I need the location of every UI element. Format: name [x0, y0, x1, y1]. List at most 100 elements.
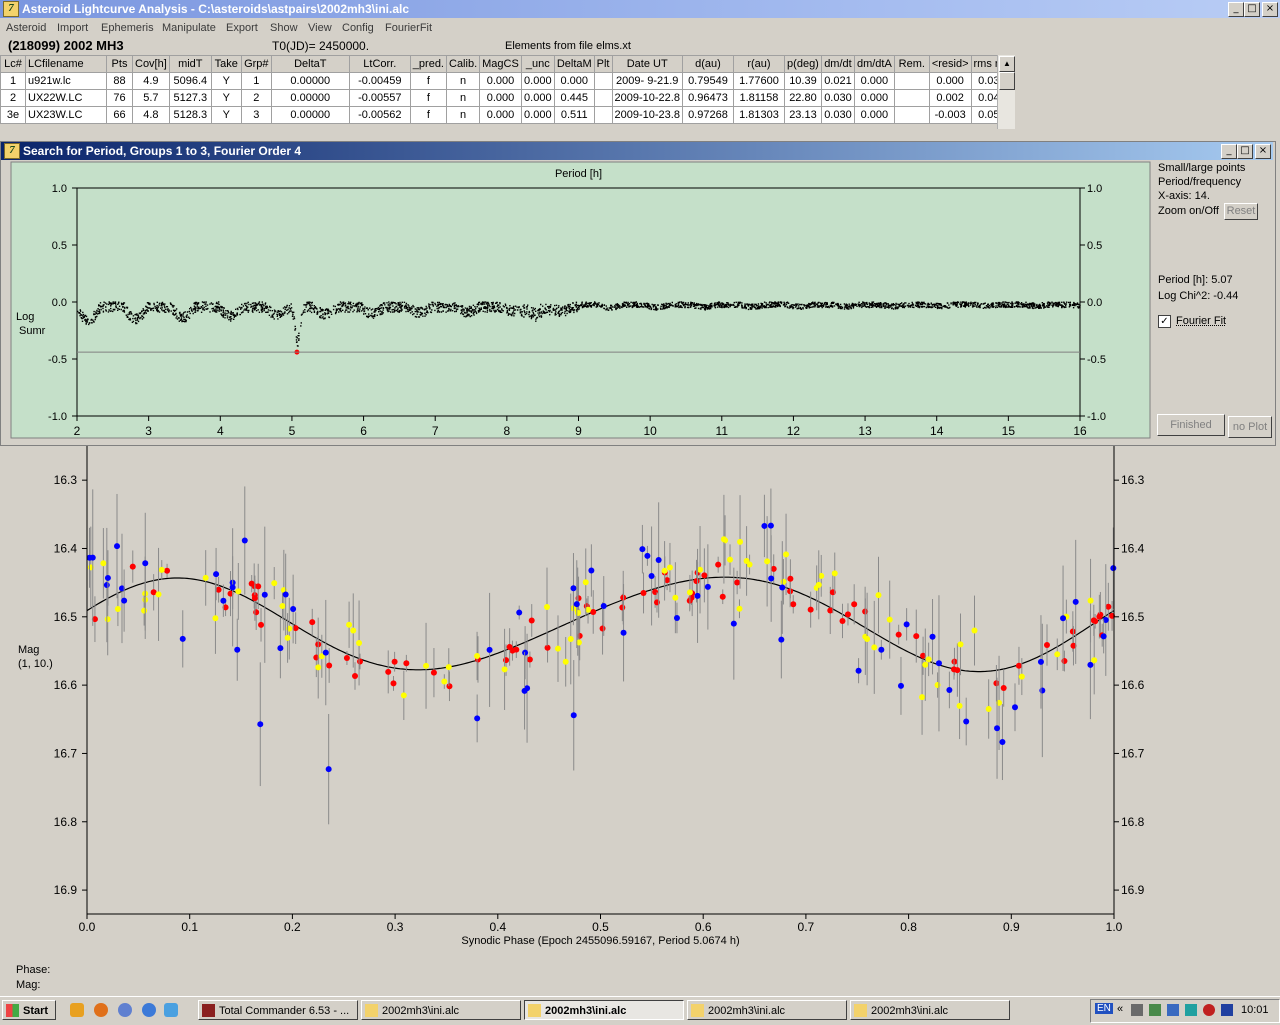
col-pts[interactable]: Pts [106, 55, 133, 73]
cell-filename[interactable]: UX22W.LC [25, 89, 107, 107]
taskbar-alc-4[interactable]: 2002mh3\ini.alc [850, 1000, 1010, 1020]
cell-deltat[interactable]: 0.00000 [270, 89, 350, 107]
cell-calib[interactable]: n [445, 72, 481, 90]
col-grp[interactable]: Grp# [240, 55, 272, 73]
col-r[interactable]: r(au) [732, 55, 785, 73]
cell-pred[interactable]: f [409, 72, 448, 90]
col-dmdt[interactable]: dm/dt [820, 55, 855, 73]
start-button[interactable]: Start [2, 1000, 56, 1020]
maximize-button[interactable]: □ [1244, 2, 1260, 17]
no-plot-button[interactable]: no Plot [1228, 416, 1272, 438]
tray-app2-icon[interactable] [1149, 1004, 1161, 1016]
reset-button[interactable]: Reset [1224, 203, 1258, 220]
col-pred[interactable]: _pred. [409, 55, 448, 73]
col-dmdta[interactable]: dm/dtA [853, 55, 895, 73]
cell-take[interactable]: Y [210, 72, 242, 90]
col-unc[interactable]: _unc [520, 55, 555, 73]
ie-icon[interactable] [142, 1003, 156, 1017]
cell-deltat[interactable]: 0.00000 [270, 106, 350, 124]
cell-rem[interactable] [893, 72, 930, 90]
period-spectrum-chart[interactable]: Period [h] Log Sumr 1.0 1.0 0.5 0.5 0.0 0.0 -0.5 -… [0, 160, 1152, 442]
tray-app5-icon[interactable] [1203, 1004, 1215, 1016]
col-take[interactable]: Take [210, 55, 242, 73]
xaxis-value[interactable]: X-axis: 14. [1158, 190, 1210, 202]
language-indicator[interactable]: EN [1095, 1003, 1113, 1014]
col-cov[interactable]: Cov[h] [132, 55, 170, 73]
points-size-toggle[interactable]: Small/large points [1158, 162, 1245, 174]
period-maximize-button[interactable]: □ [1237, 144, 1253, 159]
cell-magcs[interactable]: 0.000 [479, 106, 522, 124]
tray-app4-icon[interactable] [1185, 1004, 1197, 1016]
taskbar-alc-2[interactable]: 2002mh3\ini.alc [524, 1000, 684, 1020]
cell-calib[interactable]: n [445, 89, 481, 107]
lightcurve-table[interactable]: Lc# LCfilename Pts Cov[h] midT Take Grp#… [0, 55, 1014, 124]
cell-magcs[interactable]: 0.000 [479, 89, 522, 107]
menu-view[interactable]: View [308, 22, 332, 34]
col-midt[interactable]: midT [168, 55, 212, 73]
cell-deltam[interactable]: 0.000 [553, 72, 595, 90]
cell-filename[interactable]: u921w.lc [25, 72, 107, 90]
cell-deltam[interactable]: 0.445 [553, 89, 595, 107]
cell-deltat[interactable]: 0.00000 [270, 72, 350, 90]
cell-magcs[interactable]: 0.000 [479, 72, 522, 90]
table-row[interactable]: 2 UX22W.LC 76 5.7 5127.3 Y 2 0.00000 -0.00557 f n 0… [0, 89, 1014, 107]
period-frequency-toggle[interactable]: Period/frequency [1158, 176, 1241, 188]
finished-button[interactable]: Finished [1157, 414, 1225, 436]
menu-asteroid[interactable]: Asteroid [6, 22, 46, 34]
period-search-titlebar[interactable]: 7 Search for Period, Groups 1 to 3, Four… [1, 142, 1273, 160]
cell-plt[interactable] [593, 106, 613, 124]
cell-calib[interactable]: n [445, 106, 481, 124]
fourier-fit-label[interactable]: Fourier Fit [1176, 315, 1226, 327]
cell-deltam[interactable]: 0.511 [553, 106, 595, 124]
col-p[interactable]: p(deg) [783, 55, 822, 73]
tray-app3-icon[interactable] [1167, 1004, 1179, 1016]
col-dateut[interactable]: Date UT [611, 55, 683, 73]
menu-import[interactable]: Import [57, 22, 88, 34]
tray-app1-icon[interactable] [1131, 1004, 1143, 1016]
col-resid[interactable]: <resid> [928, 55, 972, 73]
cell-grp[interactable]: 3 [240, 106, 272, 124]
cell-rem[interactable] [893, 89, 930, 107]
period-close-button[interactable]: × [1255, 144, 1271, 159]
menu-show[interactable]: Show [270, 22, 298, 34]
col-ltcorr[interactable]: LtCorr. [348, 55, 411, 73]
quicklaunch-app-icon[interactable] [70, 1003, 84, 1017]
table-scrollbar[interactable]: ▲ [997, 55, 1015, 129]
menu-manipulate[interactable]: Manipulate [162, 22, 216, 34]
fourier-fit-checkbox[interactable]: ✓ [1158, 315, 1171, 328]
col-lc[interactable]: Lc# [0, 55, 26, 73]
taskbar-alc-3[interactable]: 2002mh3\ini.alc [687, 1000, 847, 1020]
cell-grp[interactable]: 1 [240, 72, 272, 90]
cell-grp[interactable]: 2 [240, 89, 272, 107]
cell-plt[interactable] [593, 72, 613, 90]
col-plt[interactable]: Plt [593, 55, 613, 73]
taskbar-totalcommander[interactable]: Total Commander 6.53 - ... [198, 1000, 358, 1020]
scroll-thumb[interactable] [999, 72, 1015, 90]
cell-pred[interactable]: f [409, 106, 448, 124]
tray-app6-icon[interactable] [1221, 1004, 1233, 1016]
table-row[interactable]: 1 u921w.lc 88 4.9 5096.4 Y 1 0.00000 -0.00459 f n 0… [0, 72, 1014, 90]
table-row[interactable]: 3e UX23W.LC 66 4.8 5128.3 Y 3 0.00000 -0.00562 f n… [0, 106, 1014, 124]
minimize-button[interactable]: _ [1228, 2, 1244, 17]
col-rem[interactable]: Rem. [893, 55, 930, 73]
taskbar-alc-1[interactable]: 2002mh3\ini.alc [361, 1000, 521, 1020]
firefox-icon[interactable] [94, 1003, 108, 1017]
col-deltat[interactable]: DeltaT [270, 55, 350, 73]
zoom-toggle[interactable]: Zoom on/Off [1158, 205, 1219, 217]
close-button[interactable]: × [1262, 2, 1278, 17]
browser-icon[interactable] [118, 1003, 132, 1017]
menu-ephemeris[interactable]: Ephemeris [101, 22, 154, 34]
desktop-icon[interactable] [164, 1003, 178, 1017]
menu-export[interactable]: Export [226, 22, 258, 34]
cell-take[interactable]: Y [210, 89, 242, 107]
col-magcs[interactable]: MagCS [479, 55, 522, 73]
menu-fourierfit[interactable]: FourierFit [385, 22, 432, 34]
phased-lightcurve-chart[interactable]: 16.3 16.3 16.4 16.4 16.5 16.5 16.6 16.6 16.7 16.7… [0, 446, 1170, 962]
tray-expand-icon[interactable]: « [1117, 1003, 1123, 1015]
col-calib[interactable]: Calib. [445, 55, 481, 73]
window-titlebar[interactable]: 7 Asteroid Lightcurve Analysis - C:\aste… [0, 0, 1280, 18]
col-d[interactable]: d(au) [681, 55, 734, 73]
cell-take[interactable]: Y [210, 106, 242, 124]
col-filename[interactable]: LCfilename [25, 55, 107, 73]
scroll-up-arrow-icon[interactable]: ▲ [999, 56, 1015, 72]
